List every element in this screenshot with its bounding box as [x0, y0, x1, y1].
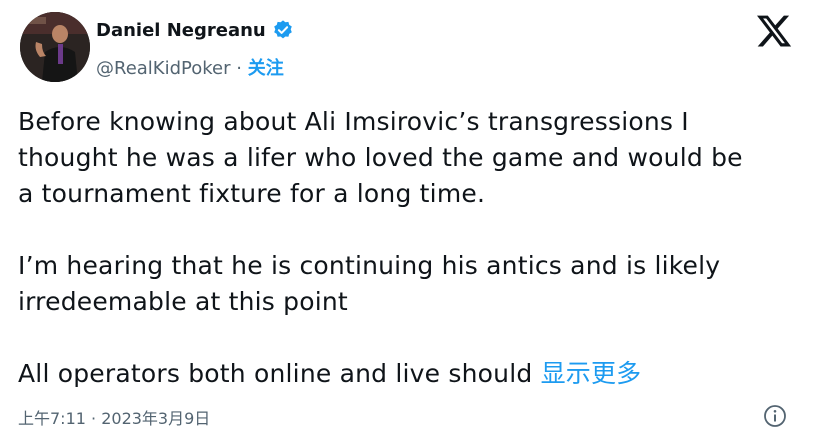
- author-handle[interactable]: @RealKidPoker: [96, 58, 231, 79]
- tweet-text: Before knowing about Ali Imsirovic’s tra…: [18, 104, 788, 392]
- author-name[interactable]: Daniel Negreanu: [96, 20, 266, 41]
- tweet-timestamp[interactable]: 上午7:11 · 2023年3月9日: [18, 405, 210, 429]
- tweet-line: a tournament fixture for a long time.: [18, 179, 486, 208]
- tweet-line: Before knowing about Ali Imsirovic’s tra…: [18, 107, 689, 136]
- timestamp-separator: ·: [85, 409, 102, 428]
- show-more-link[interactable]: 显示更多: [541, 359, 642, 388]
- info-icon[interactable]: [763, 404, 787, 428]
- avatar[interactable]: [20, 12, 90, 82]
- tweet-line: I’m hearing that he is continuing his an…: [18, 251, 721, 280]
- handle-separator: ·: [230, 58, 248, 79]
- tweet-line: thought he was a lifer who loved the gam…: [18, 143, 743, 172]
- tweet-date: 2023年3月9日: [101, 409, 211, 428]
- x-logo-icon[interactable]: [755, 12, 793, 50]
- tweet-time: 上午7:11: [18, 409, 86, 428]
- avatar-photo: [20, 12, 90, 82]
- author-name-row[interactable]: Daniel Negreanu: [96, 19, 294, 41]
- tweet-line: All operators both online and live shoul…: [18, 359, 541, 388]
- follow-button[interactable]: 关注: [248, 58, 284, 79]
- tweet-line-last: All operators both online and live shoul…: [18, 356, 788, 392]
- handle-row: @RealKidPoker · 关注: [96, 54, 284, 80]
- tweet-line: irredeemable at this point: [18, 287, 348, 316]
- verified-badge-icon: [272, 19, 294, 41]
